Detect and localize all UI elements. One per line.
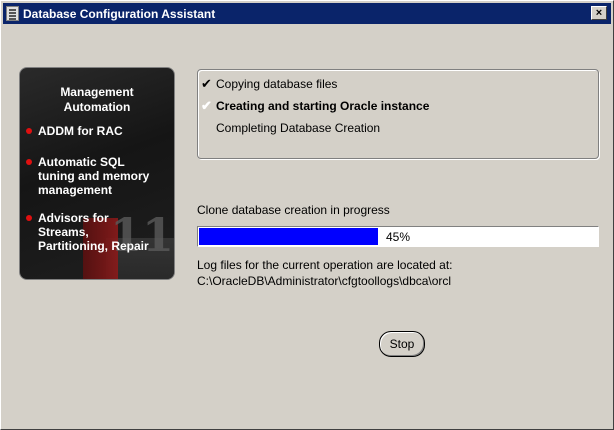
- banner-item-line: Automatic SQL: [38, 155, 125, 169]
- status-label: Clone database creation in progress: [197, 203, 390, 217]
- banner-title-line: Management: [60, 85, 134, 99]
- steps-list: ✔ Copying database files ✔ Creating and …: [197, 69, 599, 159]
- check-icon: ✔: [201, 76, 212, 91]
- progress-percent: 45%: [385, 230, 411, 244]
- banner-item-line: tuning and memory: [38, 169, 150, 183]
- stop-button[interactable]: Stop: [379, 331, 425, 357]
- bullet-icon: [26, 159, 32, 165]
- banner-item-line: management: [38, 183, 113, 197]
- banner-item-line: Partitioning, Repair: [38, 239, 149, 253]
- banner-item: Advisors for Streams, Partitioning, Repa…: [26, 211, 170, 253]
- app-icon: [6, 6, 19, 21]
- window-title: Database Configuration Assistant: [23, 6, 216, 21]
- step-label: Copying database files: [216, 77, 338, 91]
- step-starting-instance: ✔ Creating and starting Oracle instance: [201, 98, 430, 113]
- step-label: Completing Database Creation: [216, 121, 381, 135]
- banner-title-line: Automation: [63, 100, 131, 114]
- progress-bar: 45%: [197, 226, 599, 247]
- log-path-text: C:\OracleDB\Administrator\cfgtoollogs\db…: [197, 274, 452, 288]
- banner-item-line: ADDM for RAC: [38, 124, 123, 138]
- feature-banner: 11g Management Automation ADDM for RAC A…: [19, 67, 175, 280]
- dbca-window: Database Configuration Assistant × 11g M…: [0, 0, 614, 430]
- banner-item: Automatic SQL tuning and memory manageme…: [26, 155, 170, 197]
- close-button[interactable]: ×: [591, 6, 607, 20]
- step-label: Creating and starting Oracle instance: [216, 99, 430, 113]
- log-info-text: Log files for the current operation are …: [197, 258, 453, 272]
- banner-item: ADDM for RAC: [26, 124, 170, 138]
- bullet-icon: [26, 128, 32, 134]
- banner-item-line: Streams,: [38, 225, 89, 239]
- step-copying-files: ✔ Copying database files: [201, 76, 338, 91]
- banner-item-line: Advisors for: [38, 211, 109, 225]
- banner-title: Management Automation: [20, 85, 174, 115]
- step-completing-creation: Completing Database Creation: [216, 121, 380, 135]
- check-icon: ✔: [201, 98, 212, 113]
- bullet-icon: [26, 215, 32, 221]
- title-bar[interactable]: Database Configuration Assistant ×: [3, 3, 611, 24]
